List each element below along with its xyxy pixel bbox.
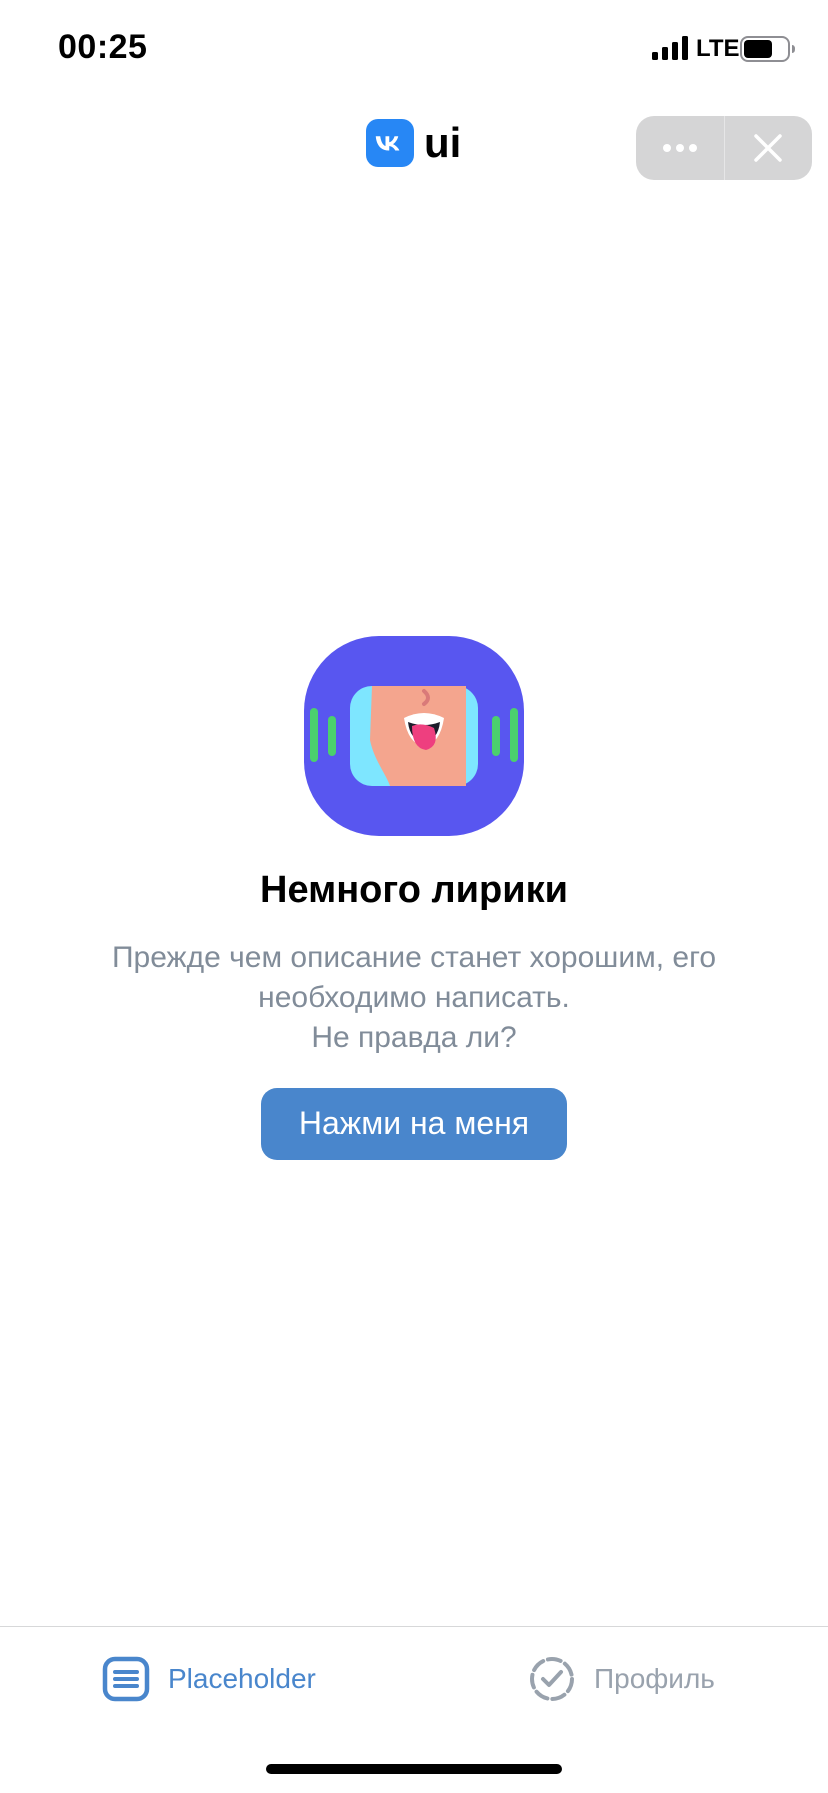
placeholder: Немного лирики Прежде чем описание стане… — [0, 636, 828, 1160]
placeholder-title: Немного лирики — [260, 869, 568, 911]
description-line: необходимо написать. — [258, 980, 570, 1014]
network-type: LTE — [696, 35, 740, 62]
logo-text: ui — [424, 119, 462, 166]
tab-profile[interactable]: Профиль — [528, 1649, 715, 1709]
more-horizontal-icon — [662, 144, 697, 152]
placeholder-description: Прежде чем описание станет хорошим, его … — [0, 938, 828, 1058]
action-button[interactable]: Нажми на меня — [261, 1087, 567, 1160]
tab-label: Профиль — [594, 1663, 715, 1694]
mini-app-controls — [636, 116, 812, 180]
description-line: Прежде чем описание станет хорошим, его — [111, 940, 717, 974]
list-icon — [102, 1656, 150, 1702]
vk-logo-icon — [366, 119, 414, 167]
mini-app-illustration-icon — [304, 636, 524, 836]
status-bar: 00:25 LTE — [0, 0, 828, 100]
more-button[interactable] — [636, 116, 724, 180]
app-logo: ui — [366, 118, 461, 168]
cellular-signal-icon — [652, 36, 688, 60]
close-icon — [754, 134, 782, 162]
home-indicator[interactable] — [266, 1764, 562, 1774]
battery-icon — [740, 36, 795, 62]
status-time: 00:25 — [58, 28, 148, 66]
tab-label: Placeholder — [168, 1663, 316, 1694]
description-line: Не правда ли? — [311, 1020, 517, 1054]
check-circle-outline-icon — [530, 1657, 574, 1701]
close-button[interactable] — [725, 116, 813, 180]
tab-placeholder[interactable]: Placeholder — [102, 1649, 316, 1709]
